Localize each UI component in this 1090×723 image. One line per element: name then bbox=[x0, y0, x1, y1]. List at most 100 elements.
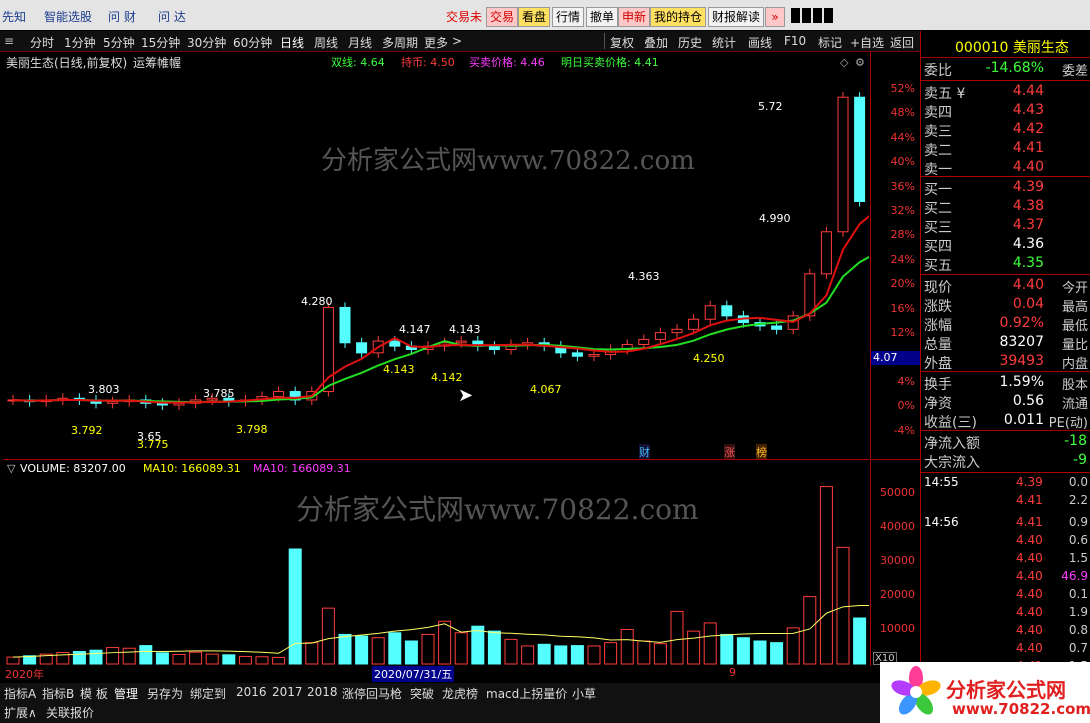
cancel-order-button[interactable]: 撤单 bbox=[586, 7, 619, 27]
diamond-icon[interactable]: ◇ bbox=[840, 56, 848, 69]
sell-level-2[interactable]: 卖二 4.41 bbox=[921, 140, 1090, 159]
expand-icon[interactable]: » bbox=[765, 7, 785, 27]
report-analysis-button[interactable]: 财报解读 bbox=[708, 7, 765, 27]
buy-label: 买一 bbox=[924, 182, 952, 198]
tab-1min[interactable]: 1分钟 bbox=[64, 34, 96, 51]
price-axis: 52%48%44%40%36%32%28%24%20%16%12%8%4%0%-… bbox=[870, 52, 921, 458]
menu-xianzhi[interactable]: 先知 bbox=[2, 8, 26, 25]
sell-level-4[interactable]: 卖四 4.43 bbox=[921, 102, 1090, 121]
event-tag-dragon-list[interactable]: 榜 bbox=[756, 444, 767, 460]
tab-indicator-a[interactable]: 指标A bbox=[4, 685, 36, 702]
ipo-button[interactable]: 申新 bbox=[618, 7, 651, 27]
price-label: 3.775 bbox=[137, 438, 169, 451]
tool-overlay[interactable]: 叠加 bbox=[644, 34, 668, 51]
volume-bar bbox=[222, 654, 236, 665]
volume-bar bbox=[255, 656, 269, 665]
buy-level-4[interactable]: 买四 4.36 bbox=[921, 236, 1090, 255]
stat-value: 1.59% bbox=[999, 374, 1044, 390]
tick-volume: 46.9 bbox=[1061, 569, 1088, 583]
price-label: 4.067 bbox=[530, 383, 562, 396]
hangqing-button[interactable]: 行情 bbox=[552, 7, 585, 27]
tab-macd[interactable]: macd上拐量价 bbox=[486, 685, 567, 702]
tab-xiaocao[interactable]: 小草 bbox=[572, 685, 596, 702]
stat-right-label: 今开 bbox=[1061, 281, 1088, 296]
tab-multi-period[interactable]: 多周期 bbox=[382, 34, 418, 51]
kanpan-button[interactable]: 看盘 bbox=[518, 7, 551, 27]
tab-5min[interactable]: 5分钟 bbox=[103, 34, 135, 51]
tab-more[interactable]: 更多 bbox=[424, 34, 448, 51]
tab-breakout[interactable]: 突破 bbox=[410, 685, 434, 702]
buy-level-1[interactable]: 买一 4.39 bbox=[921, 179, 1090, 198]
volume-bar bbox=[604, 642, 618, 665]
sell-level-3[interactable]: 卖三 4.42 bbox=[921, 121, 1090, 140]
menu-wencai[interactable]: 问 财 bbox=[108, 8, 136, 25]
flow-row: 净流入额 -18 bbox=[921, 433, 1090, 452]
buy-level-5[interactable]: 买五 4.35 bbox=[921, 255, 1090, 274]
related-quote-button[interactable]: 关联报价 bbox=[46, 704, 94, 721]
tool-fuquan[interactable]: 复权 bbox=[610, 34, 634, 51]
tab-dragon-tiger[interactable]: 龙虎榜 bbox=[442, 685, 478, 702]
mouse-cursor-icon: ➤ bbox=[458, 385, 474, 406]
tab-weekly[interactable]: 周线 bbox=[314, 34, 338, 51]
buy-level-3[interactable]: 买三 4.37 bbox=[921, 217, 1090, 236]
kline-chart[interactable]: 美丽生态(日线,前复权) 运筹帷幄 双线: 4.64 持币: 4.50 买卖价格… bbox=[3, 52, 869, 460]
sell-price: 4.44 bbox=[1012, 83, 1044, 99]
tab-15min[interactable]: 15分钟 bbox=[141, 34, 180, 51]
buy-level-2[interactable]: 买二 4.38 bbox=[921, 198, 1090, 217]
menu-icon[interactable]: ≡ bbox=[4, 34, 14, 48]
tab-monthly[interactable]: 月线 bbox=[348, 34, 372, 51]
tool-draw[interactable]: 画线 bbox=[748, 34, 772, 51]
tab-manage[interactable]: 管理 bbox=[114, 685, 138, 702]
volume-chart[interactable]: ▽ VOLUME: 83207.00 MA10: 166089.31 MA10:… bbox=[3, 459, 869, 666]
my-holdings-button[interactable]: 我的持仓 bbox=[650, 7, 707, 27]
event-tag-limit-up[interactable]: 涨 bbox=[724, 444, 735, 460]
volume-value: VOLUME: 83207.00 bbox=[20, 462, 126, 475]
tab-template[interactable]: 模 板 bbox=[80, 685, 108, 702]
buy-price: 4.36 bbox=[1012, 236, 1044, 252]
volume-bar bbox=[637, 640, 651, 665]
tab-30min[interactable]: 30分钟 bbox=[187, 34, 226, 51]
divider bbox=[604, 33, 605, 49]
tab-daily[interactable]: 日线 bbox=[280, 34, 304, 51]
buy-label: 买四 bbox=[924, 239, 952, 255]
tool-add-watch[interactable]: +自选 bbox=[850, 34, 884, 51]
candle-body bbox=[339, 306, 351, 344]
tab-fenshi[interactable]: 分时 bbox=[30, 34, 54, 51]
volume-bar bbox=[189, 651, 203, 665]
flow-label: 净流入额 bbox=[924, 436, 980, 452]
chevron-down-icon[interactable]: ▽ bbox=[7, 462, 15, 475]
volume-bar bbox=[770, 642, 784, 665]
stat2-row: 换手 1.59% 股本 bbox=[921, 374, 1090, 393]
tab-limit-up-return[interactable]: 涨停回马枪 bbox=[342, 685, 402, 702]
tick-volume: 1.9 bbox=[1068, 605, 1088, 619]
chevron-right-icon[interactable]: > bbox=[452, 34, 462, 48]
trade-button[interactable]: 交易 bbox=[486, 7, 519, 27]
tab-bind-to[interactable]: 绑定到 bbox=[190, 685, 226, 702]
tool-history[interactable]: 历史 bbox=[678, 34, 702, 51]
menu-trade-pending[interactable]: 交易未 bbox=[446, 8, 482, 25]
tab-2016[interactable]: 2016 bbox=[236, 685, 267, 699]
tab-60min[interactable]: 60分钟 bbox=[233, 34, 272, 51]
settings-icon[interactable]: ⚙ bbox=[855, 56, 865, 69]
tick-price: 4.40 bbox=[1016, 623, 1043, 637]
indicator-name[interactable]: 运筹帷幄 bbox=[133, 54, 181, 71]
menu-wenda[interactable]: 问 达 bbox=[158, 8, 186, 25]
tab-indicator-b[interactable]: 指标B bbox=[42, 685, 74, 702]
tab-save-as[interactable]: 另存为 bbox=[147, 685, 183, 702]
tool-stats[interactable]: 统计 bbox=[712, 34, 736, 51]
stat-label: 涨跌 bbox=[924, 299, 952, 315]
logo-url: www.70822.com bbox=[952, 700, 1090, 718]
volume-bar bbox=[570, 645, 584, 665]
price-cursor: 4.07 bbox=[871, 351, 921, 365]
tool-back[interactable]: 返回 bbox=[890, 34, 914, 51]
divider bbox=[921, 472, 1090, 473]
event-tag-finance[interactable]: 财 bbox=[639, 444, 650, 460]
hidden-block bbox=[802, 8, 811, 23]
tool-mark[interactable]: 标记 bbox=[818, 34, 842, 51]
sell-level-5[interactable]: 卖五 ¥ 4.44 bbox=[921, 83, 1090, 102]
tab-2018[interactable]: 2018 bbox=[307, 685, 338, 699]
tab-2017[interactable]: 2017 bbox=[272, 685, 303, 699]
expand-button[interactable]: 扩展∧ bbox=[4, 704, 37, 721]
tool-f10[interactable]: F10 bbox=[784, 34, 806, 48]
menu-smart-pick[interactable]: 智能选股 bbox=[44, 8, 92, 25]
